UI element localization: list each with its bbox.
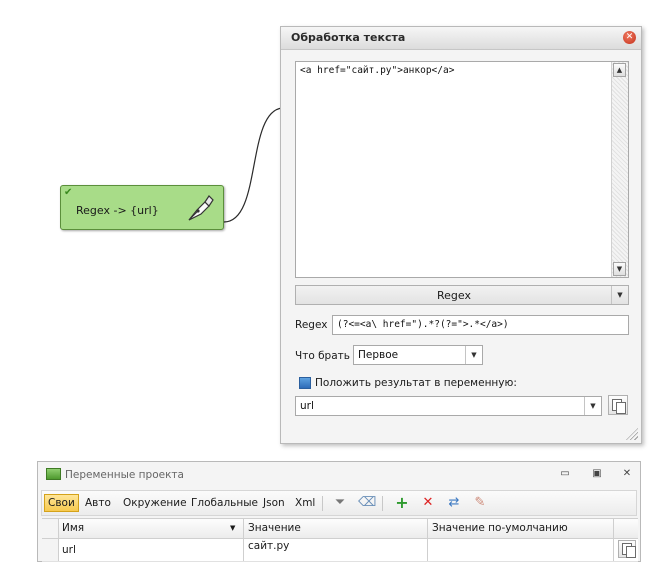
- save-variable-value: url: [300, 400, 314, 412]
- tab-own[interactable]: Свои: [44, 494, 79, 512]
- add-icon[interactable]: +: [394, 495, 410, 511]
- regex-label: Regex: [295, 319, 328, 331]
- tab-auto[interactable]: Авто: [82, 494, 114, 512]
- resize-grip-icon[interactable]: [626, 428, 638, 440]
- sort-arrow-icon[interactable]: ▼: [230, 524, 235, 532]
- node-label: Regex -> {url}: [76, 204, 159, 217]
- action-node[interactable]: ✔ Regex -> {url}: [60, 185, 224, 230]
- cell-value-value: сайт.ру: [248, 540, 290, 552]
- delete-icon[interactable]: ✕: [420, 495, 436, 511]
- tab-xml[interactable]: Xml: [292, 494, 318, 512]
- column-name-label: Имя: [62, 522, 85, 534]
- scroll-up-icon[interactable]: ▲: [613, 63, 626, 77]
- table-row[interactable]: url сайт.ру: [42, 539, 638, 562]
- cell-name[interactable]: url: [58, 539, 244, 561]
- panel-icon: [46, 468, 61, 480]
- panel-titlebar: Переменные проекта ▭ ▣ ✕: [38, 462, 640, 486]
- save-label: Положить результат в переменную:: [315, 377, 517, 389]
- clear-icon[interactable]: ✎: [472, 495, 488, 511]
- eraser-icon[interactable]: ⌫: [358, 495, 376, 511]
- take-select[interactable]: Первое ▼: [353, 345, 483, 365]
- save-to-variable-checkbox[interactable]: [299, 377, 311, 389]
- pen-nib-icon: [188, 195, 214, 221]
- dialog-title: Обработка текста: [291, 31, 406, 44]
- vertical-scrollbar[interactable]: ▲ ▼: [611, 62, 628, 277]
- minimize-icon[interactable]: ▭: [558, 467, 572, 481]
- save-variable-select[interactable]: url ▼: [295, 396, 602, 416]
- row-indicator-header: [42, 519, 59, 538]
- toolbar-separator: [322, 496, 323, 511]
- table-header: Имя ▼ Значение Значение по-умолчанию: [42, 519, 638, 539]
- move-icon[interactable]: ⇄: [446, 495, 462, 511]
- check-icon: ✔: [64, 187, 73, 198]
- take-label: Что брать: [295, 350, 350, 362]
- variables-table: Имя ▼ Значение Значение по-умолчанию url…: [42, 518, 638, 563]
- cell-default[interactable]: [428, 539, 614, 561]
- chevron-down-icon[interactable]: ▼: [584, 397, 601, 415]
- close-icon[interactable]: ✕: [620, 467, 634, 481]
- take-value: Первое: [358, 349, 399, 361]
- text-processing-dialog: Обработка текста ✕ <a href="сайт.ру">анк…: [280, 26, 642, 444]
- column-default-label: Значение по-умолчанию: [432, 522, 568, 534]
- mode-dropdown-value: Regex: [437, 289, 471, 302]
- panel-title: Переменные проекта: [65, 469, 184, 481]
- input-text-value: <a href="сайт.ру">анкор</a>: [300, 65, 455, 76]
- column-value[interactable]: Значение: [244, 519, 428, 538]
- row-indicator: [42, 539, 59, 561]
- copy-row-button[interactable]: [618, 540, 636, 558]
- panel-toolbar: Свои Авто Окружение Глобальные Json Xml …: [41, 490, 637, 516]
- column-default[interactable]: Значение по-умолчанию: [428, 519, 614, 538]
- mode-dropdown[interactable]: Regex ▼: [295, 285, 629, 305]
- cell-value[interactable]: сайт.ру: [244, 539, 428, 561]
- dialog-titlebar[interactable]: Обработка текста ✕: [281, 27, 641, 50]
- restore-icon[interactable]: ▣: [590, 467, 604, 481]
- tab-environment[interactable]: Окружение: [120, 494, 190, 512]
- tab-json[interactable]: Json: [260, 494, 288, 512]
- input-text-area[interactable]: <a href="сайт.ру">анкор</a> ▲ ▼: [295, 61, 629, 278]
- toolbar-separator: [382, 496, 383, 511]
- regex-value: (?<=<a\ href=").*?(?=">.*</a>): [337, 319, 509, 330]
- close-icon[interactable]: ✕: [623, 31, 636, 44]
- chevron-down-icon[interactable]: ▼: [611, 286, 628, 304]
- column-name[interactable]: Имя ▼: [58, 519, 244, 538]
- regex-input[interactable]: (?<=<a\ href=").*?(?=">.*</a>): [332, 315, 629, 335]
- chevron-down-icon[interactable]: ▼: [465, 346, 482, 364]
- filter-icon[interactable]: ⏷: [332, 495, 348, 511]
- project-variables-panel: Переменные проекта ▭ ▣ ✕ Свои Авто Окруж…: [37, 461, 641, 563]
- tab-global[interactable]: Глобальные: [188, 494, 261, 512]
- column-value-label: Значение: [248, 522, 301, 534]
- cell-name-value: url: [62, 544, 76, 556]
- scroll-down-icon[interactable]: ▼: [613, 262, 626, 276]
- copy-variable-button[interactable]: [608, 395, 628, 415]
